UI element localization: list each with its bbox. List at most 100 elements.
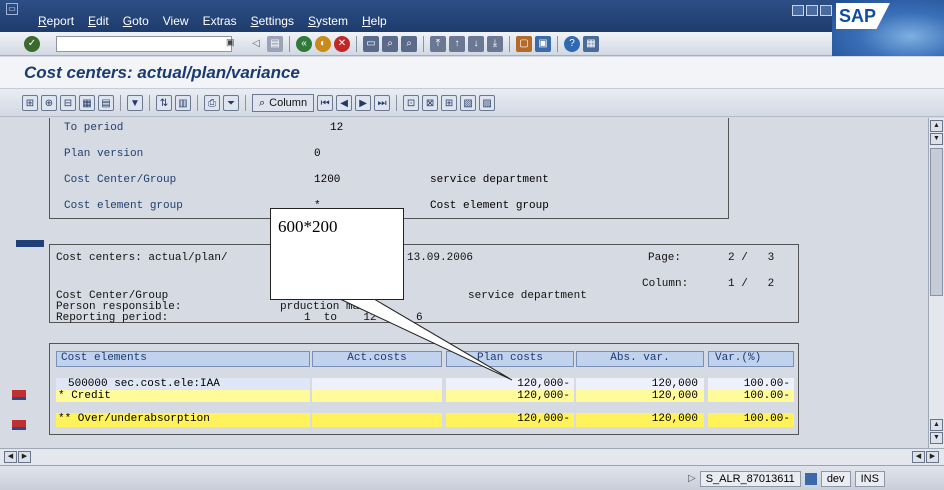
to-period-value: 12 [330, 122, 344, 134]
cost-center-label: Cost Center/Group [64, 174, 177, 186]
table-row-element: 500000 sec.cost.ele:IAA [56, 378, 310, 390]
scroll-up-icon[interactable]: ▲ [930, 120, 943, 132]
exit-icon[interactable]: ◐ [315, 36, 331, 52]
export-icon[interactable]: ⊡ [403, 95, 420, 111]
variance-icon[interactable]: ⊠ [422, 95, 439, 111]
header-plan-costs[interactable]: Plan costs [446, 351, 574, 367]
new-session-icon[interactable]: ▢ [516, 36, 532, 52]
expand-icon[interactable]: ⊟ [60, 95, 76, 111]
minimize-icon[interactable] [792, 5, 804, 16]
cancel-icon[interactable]: ✕ [334, 36, 350, 52]
menu-help[interactable]: Help [362, 14, 387, 28]
last-page-icon[interactable]: ⤓ [487, 36, 503, 52]
column-button-label: Column [269, 97, 308, 109]
report-title: Cost centers: actual/plan/ [56, 252, 228, 264]
graphic-icon[interactable]: ▧ [460, 95, 477, 111]
next-page-icon[interactable]: ↓ [468, 36, 484, 52]
cost-center-text: service department [430, 174, 549, 186]
last-column-icon[interactable]: ⏭ [374, 95, 391, 111]
compare-icon[interactable]: ⊞ [441, 95, 458, 111]
application-toolbar: ⊞ ⊕ ⊟ ▦ ▤ ▼ ⇅ ▥ ⎙ ⏷ ⌕ Column ⏮ ◀ ▶ ⏭ ⊡ ⊠… [0, 89, 944, 117]
table-row-pct: 100.00- [708, 390, 794, 402]
menu-report[interactable]: Report [38, 14, 74, 28]
horizontal-scrollbar[interactable]: ◀ ▶ ◀ ▶ [0, 448, 944, 465]
scroll-up-step-icon[interactable]: ▼ [930, 133, 943, 145]
standard-toolbar-icons: ◁ ▤ « ◐ ✕ ▭ ⌕ ⌕ ⤒ ↑ ↓ ⤓ ▢ ▣ ? ▦ [248, 36, 599, 52]
insert-mode: INS [854, 470, 885, 487]
plan-version-row: Plan version 0 [64, 148, 321, 160]
standard-toolbar: ✓ ▣ ◁ ▤ « ◐ ✕ ▭ ⌕ ⌕ ⤒ ↑ ↓ ⤓ ▢ ▣ ? ▦ [0, 32, 832, 56]
next-column-icon[interactable]: ▶ [355, 95, 372, 111]
session-icon[interactable] [804, 472, 817, 485]
first-page-icon[interactable]: ⤒ [430, 36, 446, 52]
to-period-row: To period 12 [64, 122, 343, 134]
nav-back-small-icon[interactable]: ◁ [248, 36, 264, 52]
scroll-down-step-icon[interactable]: ▲ [930, 419, 943, 431]
list-icon[interactable]: ▤ [98, 95, 114, 111]
print-icon[interactable]: ▭ [363, 36, 379, 52]
header-cost-elements[interactable]: Cost elements [56, 351, 310, 367]
window-controls [792, 5, 832, 16]
report-content: To period 12 Plan version 0 Cost Center/… [0, 118, 928, 448]
first-column-icon[interactable]: ⏮ [317, 95, 334, 111]
cost-element-group-text: Cost element group [430, 200, 549, 212]
vertical-scrollbar[interactable]: ▲ ▼ ▲ ▼ [928, 118, 944, 448]
funnel-icon[interactable]: ⏷ [223, 95, 239, 111]
table-row-plan: 120,000- [446, 378, 574, 390]
header-abs-var[interactable]: Abs. var. [576, 351, 704, 367]
scrollbar-thumb[interactable] [930, 148, 943, 296]
report-cc-text: service department [468, 290, 587, 302]
menu-system[interactable]: System [308, 14, 348, 28]
column-value: 1 / 2 [728, 278, 775, 290]
currency-icon[interactable]: ▨ [479, 95, 496, 111]
enter-check-icon[interactable]: ✓ [24, 36, 40, 52]
row-flag-icon[interactable] [12, 420, 26, 430]
menu-extras[interactable]: Extras [203, 14, 237, 28]
table-row-pct: 100.00- [708, 378, 794, 390]
filter-icon[interactable]: ▼ [127, 95, 143, 111]
hierarchy-icon[interactable]: ⊞ [22, 95, 38, 111]
menu-goto[interactable]: Goto [123, 14, 149, 28]
table-row-plan: 120,000- [446, 413, 574, 427]
header-act-costs[interactable]: Act.costs [312, 351, 442, 367]
layout-menu-icon[interactable]: ▦ [583, 36, 599, 52]
menu-settings[interactable]: Settings [251, 14, 294, 28]
scroll-left-icon[interactable]: ◀ [4, 451, 17, 463]
drilldown-icon[interactable]: ⊕ [41, 95, 57, 111]
table-icon[interactable]: ▦ [79, 95, 95, 111]
previous-column-icon[interactable]: ◀ [336, 95, 353, 111]
scroll-right-step-icon[interactable]: ▶ [18, 451, 31, 463]
sort-icon[interactable]: ⇅ [156, 95, 172, 111]
table-row-abs: 120,000 [576, 390, 704, 402]
plan-version-value: 0 [314, 148, 321, 160]
row-flag-icon[interactable] [12, 390, 26, 400]
expand-status-icon[interactable]: ▷ [688, 473, 696, 484]
menu-edit[interactable]: Edit [88, 14, 109, 28]
scroll-down-icon[interactable]: ▼ [930, 432, 943, 444]
maximize-icon[interactable] [806, 5, 818, 16]
find-icon[interactable]: ⌕ [382, 36, 398, 52]
table-row-element: ** Over/underabsorption [56, 413, 310, 427]
menu-view[interactable]: View [163, 14, 189, 28]
system-menu-icon[interactable]: ▭ [6, 3, 18, 15]
page-title: Cost centers: actual/plan/variance [24, 63, 300, 82]
find-next-icon[interactable]: ⌕ [401, 36, 417, 52]
shortcut-icon[interactable]: ▣ [535, 36, 551, 52]
print-report-icon[interactable]: ⎙ [204, 95, 220, 111]
scroll-right-icon[interactable]: ▶ [926, 451, 939, 463]
command-history-icon[interactable]: ▣ [226, 37, 235, 48]
save-icon[interactable]: ▤ [267, 36, 283, 52]
selection-header: To period 12 Plan version 0 Cost Center/… [49, 118, 729, 219]
help-icon[interactable]: ? [564, 36, 580, 52]
menu-list: Report Edit Goto View Extras Settings Sy… [38, 14, 401, 28]
previous-page-icon[interactable]: ↑ [449, 36, 465, 52]
cost-table: Cost elements Act.costs Plan costs Abs. … [49, 343, 799, 435]
layout-icon[interactable]: ▥ [175, 95, 191, 111]
table-row-plan: 120,000- [446, 390, 574, 402]
back-icon[interactable]: « [296, 36, 312, 52]
command-field[interactable] [56, 36, 232, 52]
close-icon[interactable] [820, 5, 832, 16]
column-button[interactable]: ⌕ Column [252, 94, 315, 112]
scroll-left-step-icon[interactable]: ◀ [912, 451, 925, 463]
header-var-pct[interactable]: Var.(%) [708, 351, 794, 367]
